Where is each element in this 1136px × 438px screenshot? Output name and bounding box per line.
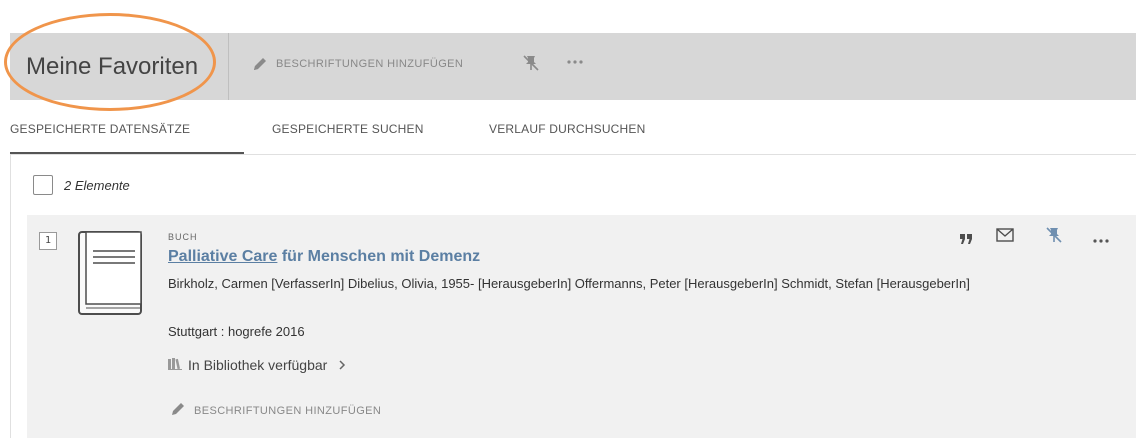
title-rest: für Menschen mit Demenz [277, 248, 481, 265]
tab-saved-records[interactable]: GESPEICHERTE DATENSÄTZE [10, 122, 190, 136]
title-highlight: Palliative Care [168, 248, 278, 265]
result-item: 1 BUCH Palliative Care für Menschen mit … [27, 215, 1136, 438]
more-icon [567, 59, 583, 65]
add-labels-label: BESCHRIFTUNGEN HINZUFÜGEN [194, 404, 382, 417]
favorites-tabs: GESPEICHERTE DATENSÄTZE GESPEICHERTE SUC… [10, 100, 1136, 155]
unpin-all-button[interactable] [521, 53, 541, 73]
add-labels-label: BESCHRIFTUNGEN HINZUFÜGEN [276, 58, 464, 70]
citation-button[interactable] [960, 231, 974, 249]
resource-type: BUCH [168, 232, 198, 242]
pencil-icon [252, 56, 268, 72]
item-count: 2 Elemente [64, 177, 130, 193]
unpin-button[interactable] [1044, 225, 1064, 250]
chevron-right-icon [339, 357, 346, 373]
pencil-icon [170, 401, 186, 420]
add-labels-button[interactable]: BESCHRIFTUNGEN HINZUFÜGEN [170, 401, 381, 420]
more-options-button[interactable] [567, 59, 583, 65]
result-title-link[interactable]: Palliative Care für Menschen mit Demenz [168, 248, 480, 266]
add-labels-button[interactable]: BESCHRIFTUNGEN HINZUFÜGEN [252, 56, 463, 72]
select-all-row: 2 Elemente [33, 175, 130, 195]
tab-saved-searches[interactable]: GESPEICHERTE SUCHEN [272, 122, 424, 136]
result-publication: Stuttgart : hogrefe 2016 [168, 324, 305, 339]
more-options-button[interactable] [1093, 231, 1109, 249]
availability-label: In Bibliothek verfügbar [188, 357, 328, 373]
tab-search-history[interactable]: VERLAUF DURCHSUCHEN [489, 122, 645, 136]
library-icon [168, 357, 182, 373]
availability-link[interactable]: In Bibliothek verfügbar [168, 357, 346, 373]
page-title: Meine Favoriten [26, 53, 199, 80]
result-number: 1 [39, 232, 57, 250]
citation-icon [960, 231, 974, 248]
email-button[interactable] [996, 228, 1014, 247]
unpin-icon [521, 53, 541, 73]
email-icon [996, 228, 1014, 246]
active-tab-indicator [10, 152, 244, 154]
page-header: Meine Favoriten BESCHRIFTUNGEN HINZUFÜGE… [10, 33, 1136, 100]
content-left-border [10, 154, 11, 438]
book-icon[interactable] [77, 231, 145, 320]
more-icon [1093, 231, 1109, 248]
result-authors: Birkholz, Carmen [VerfasserIn] Dibelius,… [168, 276, 970, 291]
unpin-icon [1044, 227, 1064, 249]
select-all-checkbox[interactable] [33, 175, 53, 195]
header-divider [228, 33, 229, 100]
